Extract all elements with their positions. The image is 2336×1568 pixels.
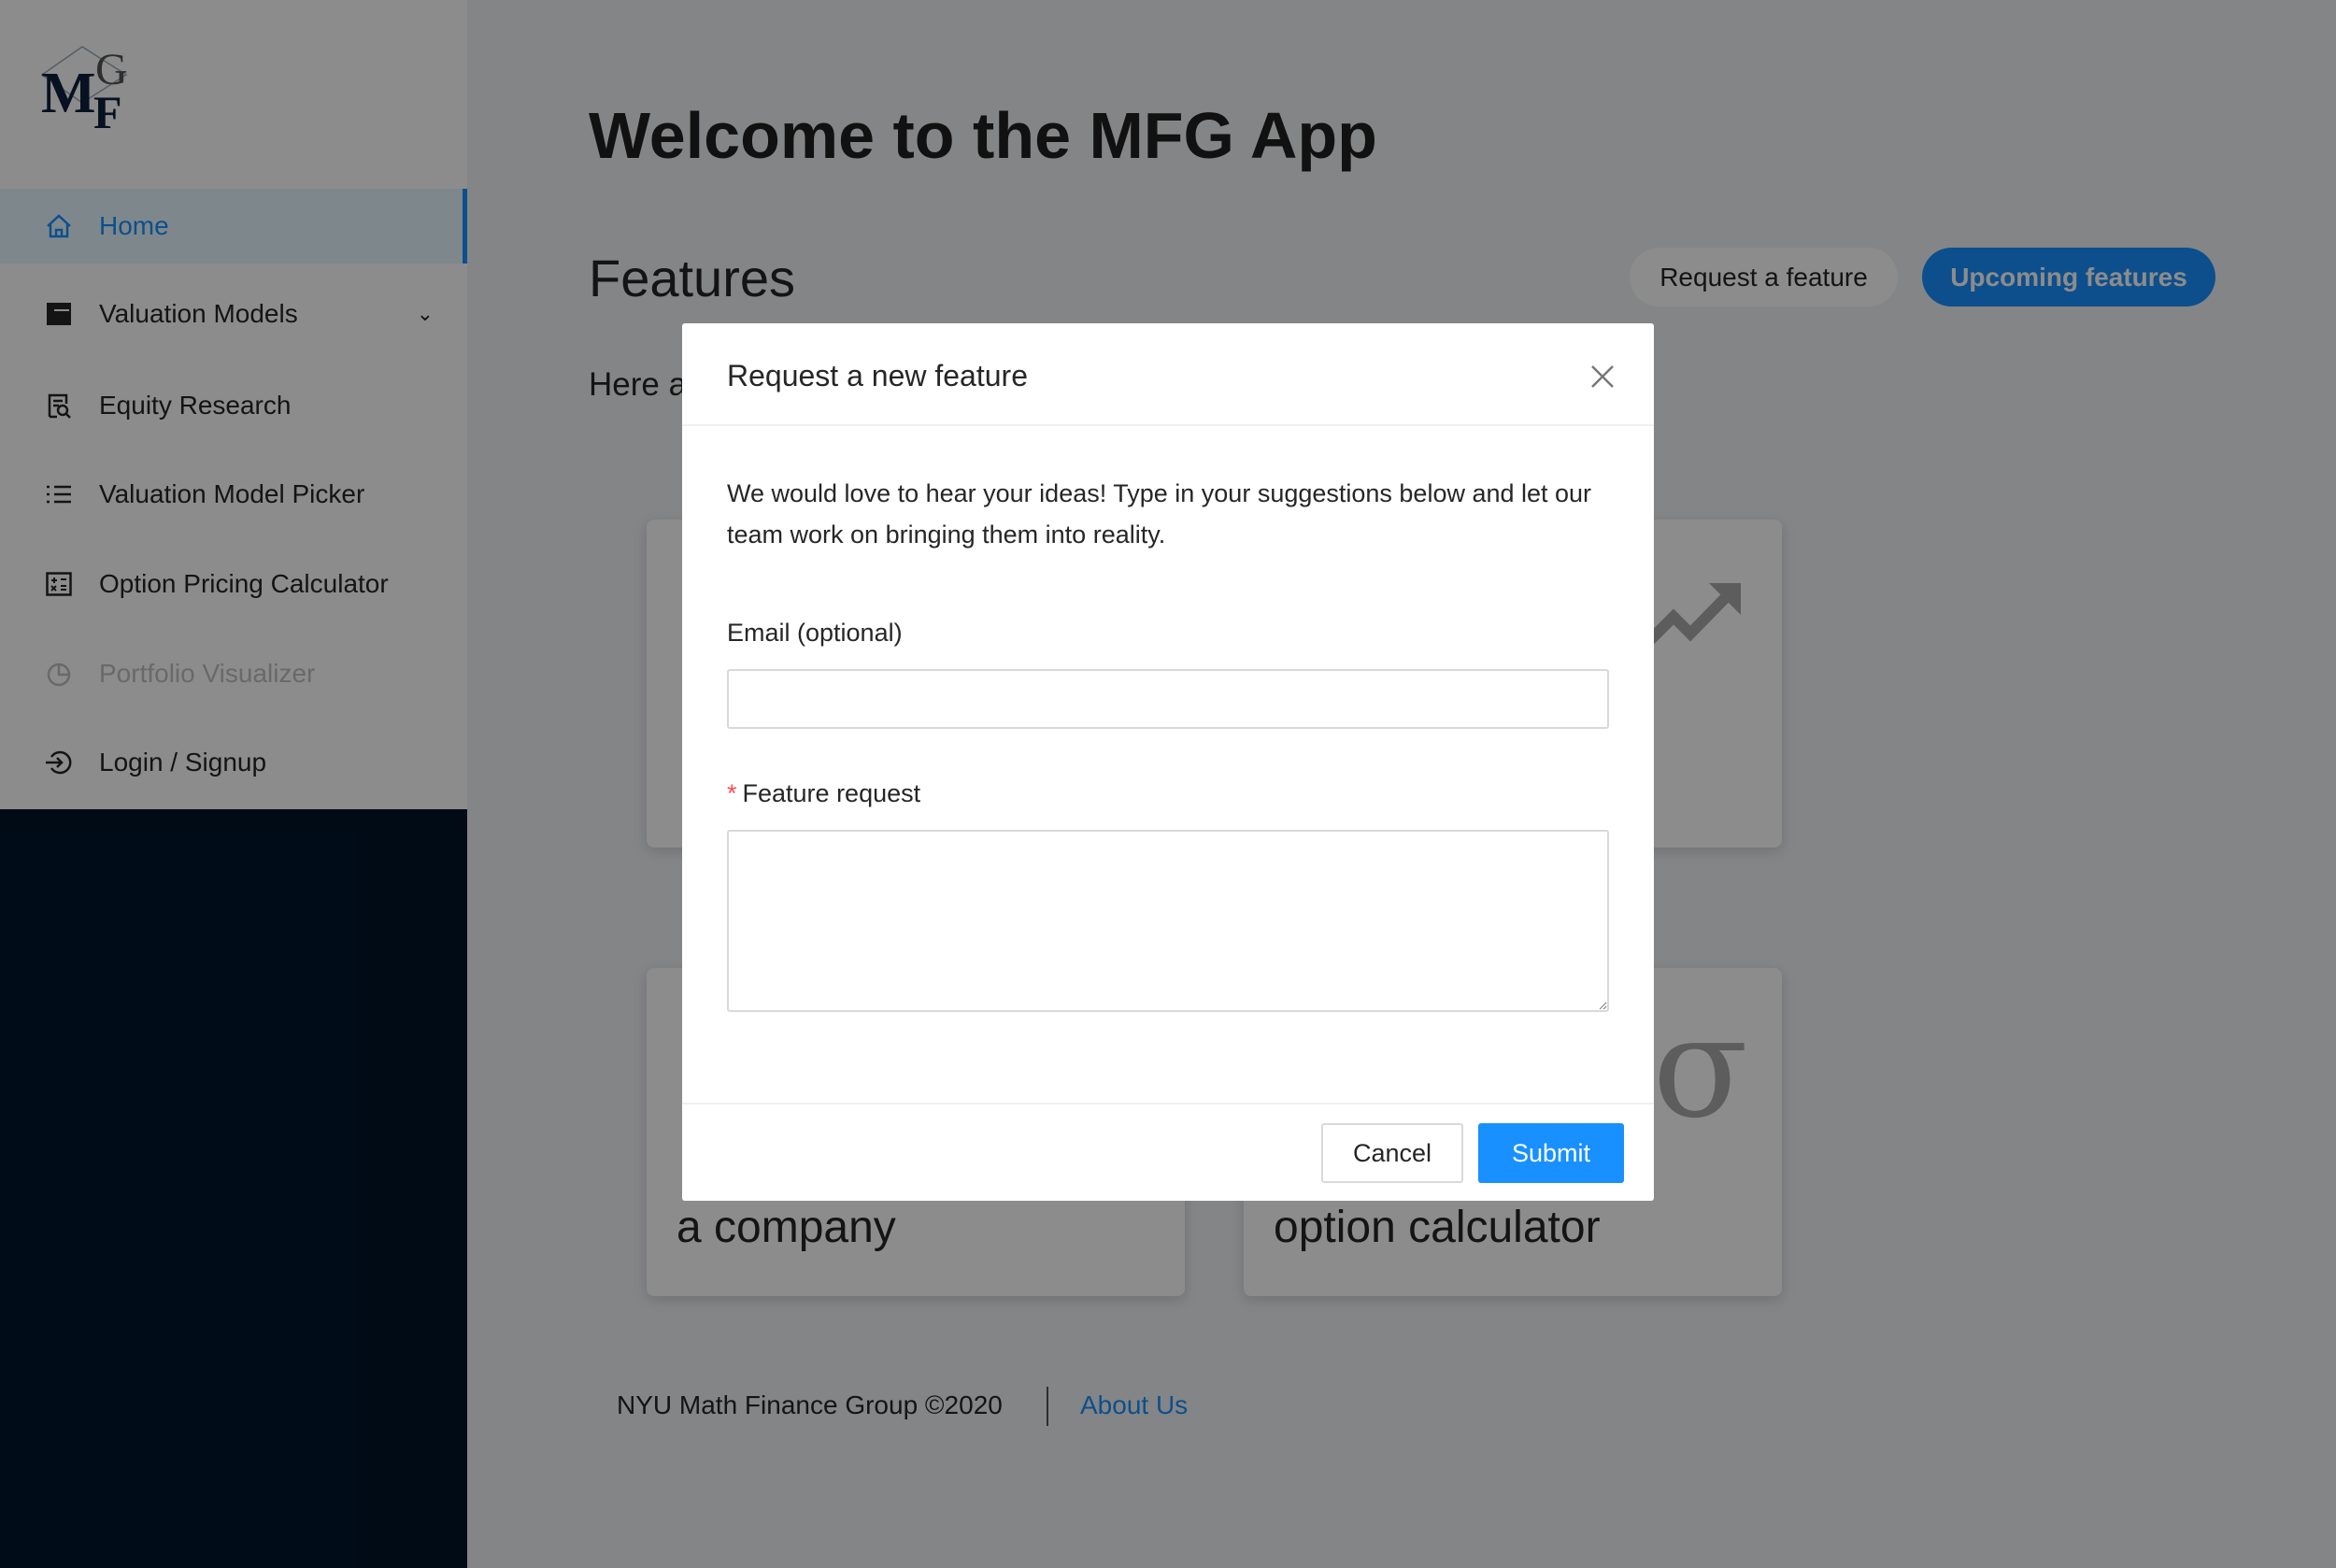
email-input[interactable] — [727, 669, 1609, 729]
close-icon[interactable] — [1590, 364, 1615, 389]
cancel-button[interactable]: Cancel — [1321, 1123, 1463, 1183]
required-mark: * — [727, 779, 737, 807]
email-label: Email (optional) — [727, 619, 903, 647]
feature-label: * Feature request — [727, 779, 920, 808]
submit-button[interactable]: Submit — [1478, 1123, 1624, 1183]
modal-title: Request a new feature — [727, 359, 1028, 392]
modal-header-divider — [682, 424, 1654, 426]
request-feature-modal: Request a new feature We would love to h… — [682, 323, 1654, 1201]
feature-request-textarea[interactable] — [727, 830, 1609, 1012]
feature-label-text: Feature request — [742, 779, 921, 807]
modal-footer-divider — [682, 1103, 1654, 1105]
modal-description: We would love to hear your ideas! Type i… — [727, 479, 1592, 549]
